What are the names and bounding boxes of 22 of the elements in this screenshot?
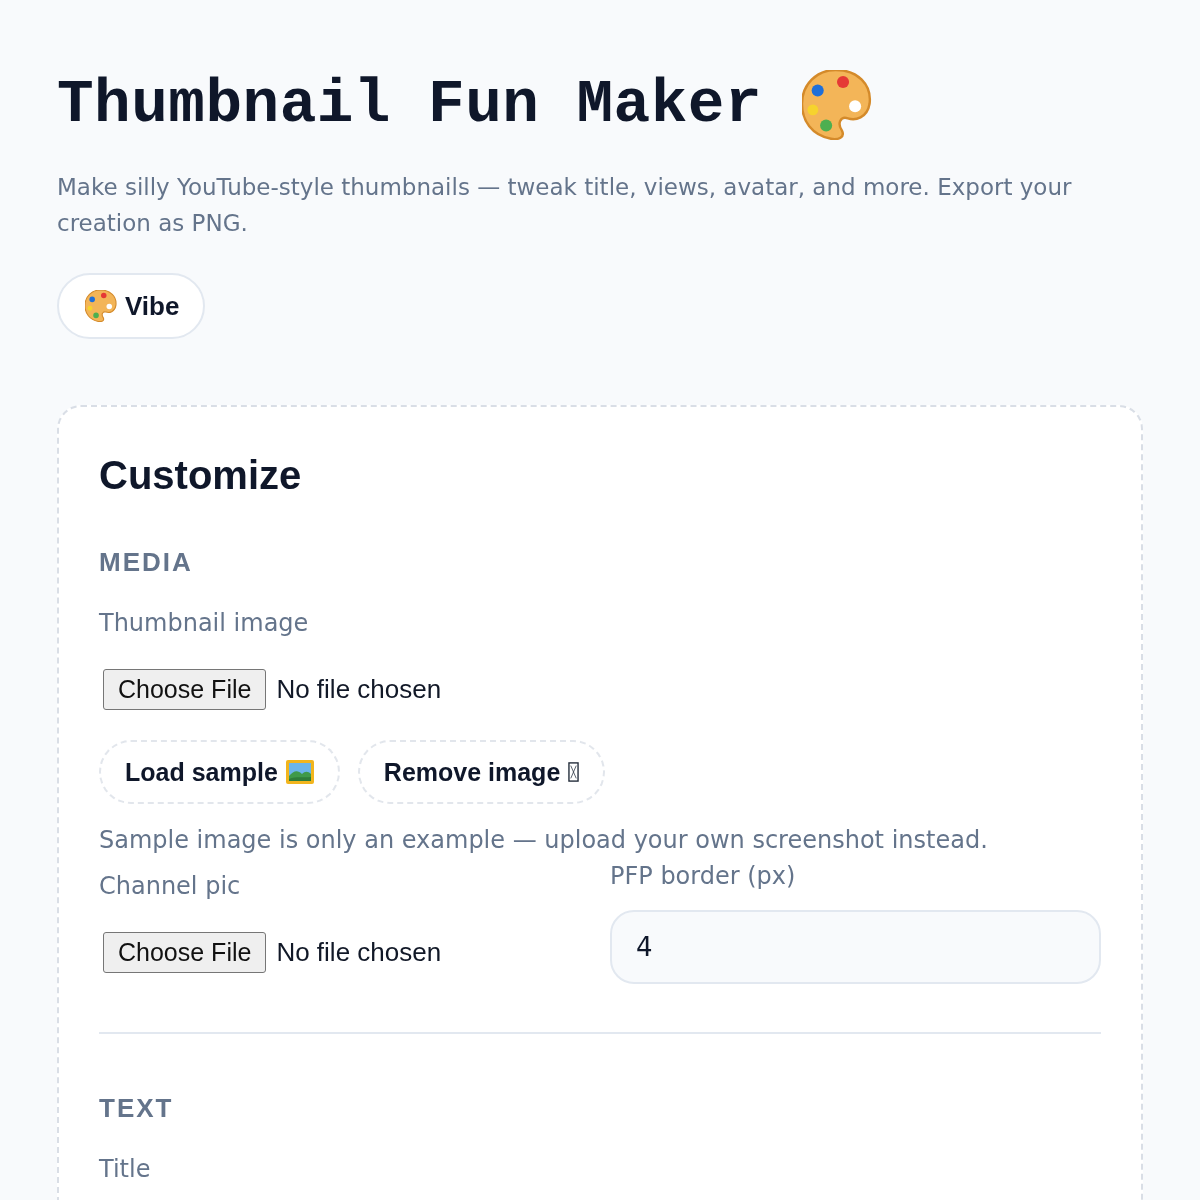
app-title: Thumbnail Fun Maker <box>57 69 762 141</box>
choose-file-button[interactable]: Choose File <box>103 669 267 710</box>
palette-icon <box>85 290 117 322</box>
missing-glyph-icon <box>568 762 580 782</box>
file-status: No file chosen <box>276 937 442 968</box>
field-label: Thumbnail image <box>99 608 310 639</box>
choose-file-button[interactable]: Choose File <box>103 932 267 973</box>
file-status: No file chosen <box>276 674 442 705</box>
panel-title: Customize <box>99 452 303 499</box>
load-sample-button[interactable]: Load sample <box>99 740 340 804</box>
hint-text: Sample image is only an example — upload your own screenshot instead. <box>99 825 989 856</box>
border-width-field[interactable]: 4 <box>610 910 1101 984</box>
field-label: Title <box>99 1154 152 1185</box>
field-label: Channel pic <box>99 871 242 902</box>
vibe-button[interactable]: Vibe <box>57 273 206 339</box>
subtitle: Make silly YouTube-style thumbnails — tweak title, views, avatar, and more. Export your creation as PNG. <box>57 173 1073 238</box>
section-heading: MEDIA <box>99 546 194 578</box>
framed-picture-icon <box>285 760 314 784</box>
remove-image-button[interactable]: Remove image <box>357 740 606 804</box>
section-heading: TEXT <box>99 1092 175 1124</box>
field-label: PFP border (px) <box>610 861 797 892</box>
palette-icon <box>802 70 872 140</box>
